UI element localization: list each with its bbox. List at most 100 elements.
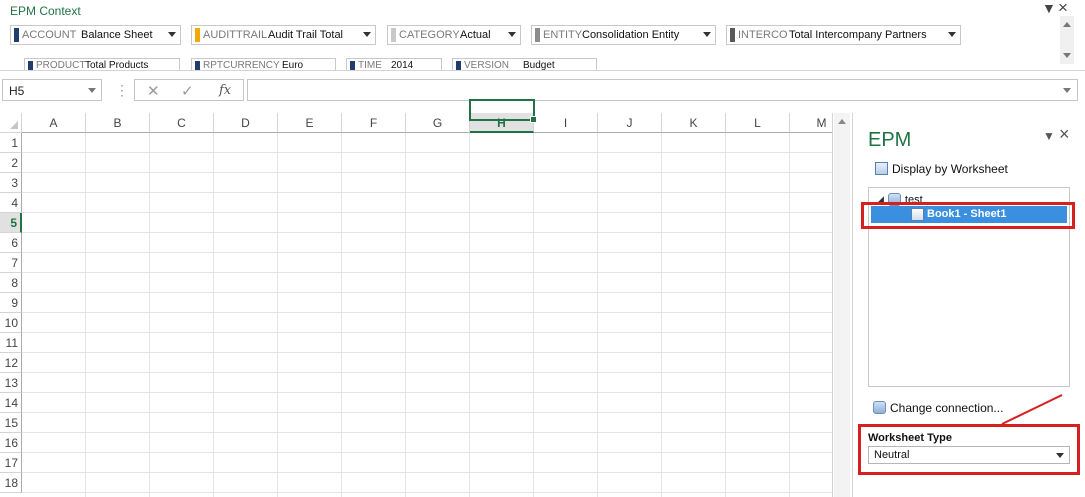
- formula-input[interactable]: [247, 79, 1078, 101]
- row-header-5[interactable]: 5: [0, 213, 22, 233]
- dimension-category[interactable]: CATEGORY Actual: [387, 25, 521, 45]
- column-header-f[interactable]: F: [342, 113, 406, 133]
- dimension-value: Total Products: [85, 60, 149, 71]
- column-header-k[interactable]: K: [662, 113, 726, 133]
- fill-handle[interactable]: [530, 116, 537, 123]
- dimension-label: RPTCURRENCY: [203, 60, 280, 71]
- formula-bar: H5 ⋮ ✕ ✓ fx: [0, 71, 1085, 109]
- chevron-down-icon[interactable]: ▼: [1043, 129, 1055, 143]
- active-cell[interactable]: [469, 99, 537, 123]
- cancel-icon[interactable]: ✕: [147, 82, 160, 100]
- close-icon[interactable]: ×: [1059, 124, 1070, 145]
- row-header-11[interactable]: 11: [0, 333, 22, 353]
- dimension-label: AUDITTRAIL: [203, 29, 268, 41]
- dimension-account[interactable]: ACCOUNT Balance Sheet: [10, 25, 181, 45]
- database-icon: [873, 401, 886, 415]
- row-header-18[interactable]: 18: [0, 473, 22, 493]
- column-header-b[interactable]: B: [86, 113, 150, 133]
- chevron-down-icon[interactable]: ▼: [1042, 0, 1056, 16]
- dimension-color-bar: [456, 61, 461, 70]
- dimension-label: CATEGORY: [399, 29, 460, 41]
- row-header-4[interactable]: 4: [0, 193, 22, 213]
- dimension-value: 2014: [391, 60, 414, 71]
- dimension-label: VERSION: [464, 60, 510, 71]
- epm-context-pane: EPM Context ▼ × ACCOUNT Balance Sheet AU…: [0, 0, 1085, 71]
- dropdown-arrow-icon[interactable]: [168, 32, 176, 37]
- row-header-9[interactable]: 9: [0, 293, 22, 313]
- display-by-worksheet-link[interactable]: Display by Worksheet: [875, 161, 1008, 179]
- dimension-label: ACCOUNT: [22, 29, 77, 41]
- dropdown-arrow-icon[interactable]: [703, 32, 711, 37]
- dimension-label: PRODUCT: [36, 60, 86, 71]
- dimension-interco[interactable]: INTERCO Total Intercompany Partners: [726, 25, 961, 45]
- column-header-l[interactable]: L: [726, 113, 790, 133]
- column-header-d[interactable]: D: [214, 113, 278, 133]
- dropdown-arrow-icon[interactable]: [508, 32, 516, 37]
- row-header-6[interactable]: 6: [0, 233, 22, 253]
- context-pane-title: EPM Context: [10, 4, 81, 18]
- cell-area[interactable]: [22, 133, 832, 497]
- worksheet-icon: [875, 162, 888, 176]
- column-header-i[interactable]: I: [534, 113, 598, 133]
- pane-title: EPM: [868, 129, 912, 151]
- dimension-color-bar: [28, 61, 33, 70]
- highlight-box-tree-item: [861, 202, 1075, 229]
- divider: [832, 113, 833, 497]
- spreadsheet-grid[interactable]: ABCDEFGHIJKLM 1 2 3 4 5 6 7 8 9 10 11 12 13 14 15 16 17 1…: [0, 113, 832, 497]
- row-header-1[interactable]: 1: [0, 133, 22, 153]
- annotation-line: [1001, 394, 1063, 425]
- vertical-scrollbar[interactable]: [834, 113, 850, 497]
- dimension-color-bar: [391, 28, 396, 42]
- dimension-value: Budget: [523, 60, 555, 71]
- row-header-3[interactable]: 3: [0, 173, 22, 193]
- dimension-entity[interactable]: ENTITY Consolidation Entity: [531, 25, 716, 45]
- check-icon[interactable]: ✓: [181, 82, 194, 100]
- row-header-8[interactable]: 8: [0, 273, 22, 293]
- dimension-value: Balance Sheet: [81, 29, 153, 41]
- dimension-label: ENTITY: [543, 29, 583, 41]
- column-header-g[interactable]: G: [406, 113, 470, 133]
- select-all-corner[interactable]: [0, 113, 22, 133]
- column-header-e[interactable]: E: [278, 113, 342, 133]
- column-header-c[interactable]: C: [150, 113, 214, 133]
- insert-function-icon[interactable]: fx: [219, 83, 231, 98]
- row-header-12[interactable]: 12: [0, 353, 22, 373]
- dimension-color-bar: [535, 28, 540, 42]
- chevron-down-icon[interactable]: [88, 88, 96, 93]
- dimension-version[interactable]: VERSION Budget: [452, 58, 597, 71]
- dimension-color-bar: [195, 61, 200, 70]
- context-scrollbar[interactable]: [1060, 16, 1074, 64]
- dimension-color-bar: [14, 28, 19, 42]
- expand-formula-icon[interactable]: [1063, 88, 1071, 93]
- dimension-audittrail[interactable]: AUDITTRAIL Audit Trail Total: [191, 25, 376, 45]
- row-header-16[interactable]: 16: [0, 433, 22, 453]
- dimension-product[interactable]: PRODUCT Total Products: [24, 58, 180, 71]
- dimension-rptcurrency[interactable]: RPTCURRENCY Euro: [191, 58, 336, 71]
- dimension-value: Euro: [282, 60, 304, 71]
- dimension-value: Total Intercompany Partners: [789, 29, 927, 41]
- dimension-value: Actual: [460, 29, 491, 41]
- row-header-2[interactable]: 2: [0, 153, 22, 173]
- name-box[interactable]: H5: [2, 79, 102, 101]
- column-header-a[interactable]: A: [22, 113, 86, 133]
- dimension-color-bar: [730, 28, 735, 42]
- dropdown-arrow-icon[interactable]: [948, 32, 956, 37]
- row-header-13[interactable]: 13: [0, 373, 22, 393]
- dimension-color-bar: [350, 61, 355, 70]
- scroll-up-icon[interactable]: [838, 119, 846, 124]
- row-header-15[interactable]: 15: [0, 413, 22, 433]
- scroll-up-icon[interactable]: [1063, 22, 1071, 27]
- display-option-label: Display by Worksheet: [892, 161, 1008, 176]
- dimension-time[interactable]: TIME 2014: [346, 58, 442, 71]
- column-header-j[interactable]: J: [598, 113, 662, 133]
- column-header-m[interactable]: M: [790, 113, 832, 133]
- row-header-14[interactable]: 14: [0, 393, 22, 413]
- row-header-7[interactable]: 7: [0, 253, 22, 273]
- row-header-17[interactable]: 17: [0, 453, 22, 473]
- change-connection-link[interactable]: Change connection...: [873, 400, 1003, 415]
- row-header-10[interactable]: 10: [0, 313, 22, 333]
- scroll-down-icon[interactable]: [1063, 53, 1071, 58]
- more-vertical-icon: ⋮: [115, 82, 129, 98]
- dropdown-arrow-icon[interactable]: [363, 32, 371, 37]
- dimension-label: INTERCO: [738, 29, 788, 41]
